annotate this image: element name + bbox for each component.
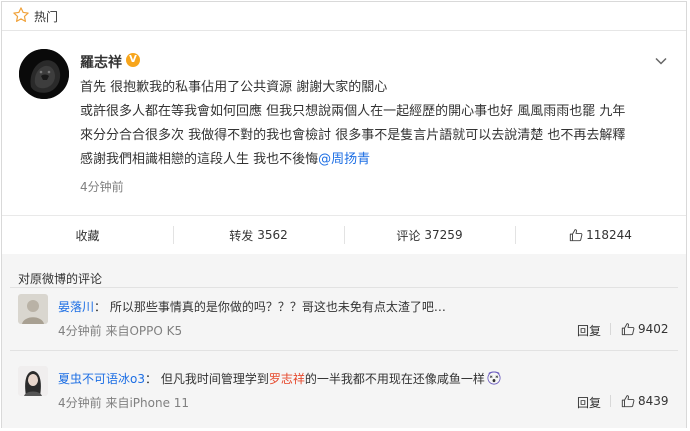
repost-label: 转发 [229,228,254,243]
comment-label: 评论 [396,228,421,243]
section-title: 热门 [34,10,59,24]
avatar-image [18,366,48,396]
star-icon [13,7,29,22]
post-timestamp[interactable]: 4分钟前 [80,178,124,195]
comment-time: 4分钟前 [58,324,102,338]
verified-badge-icon: V [126,53,140,67]
comments-header: 对原微博的评论 [18,272,103,286]
like-button[interactable]: 118244 [515,216,686,254]
comment-source: 来自OPPO K5 [105,324,183,338]
divider [10,350,678,351]
commenter-avatar[interactable] [18,294,48,324]
divider [10,287,678,288]
favorite-label: 收藏 [75,228,100,243]
comment-like-count: 9402 [638,322,669,336]
action-bar: 收藏 转发 3562 评论 37259 118244 [2,215,686,255]
comment-username[interactable]: 晏落川 [58,300,94,314]
thumbs-up-icon [621,323,635,336]
repost-button[interactable]: 转发 3562 [173,216,344,254]
comment-body-after: 的一半我都不用现在还像咸鱼一样 [304,372,485,386]
commenter-avatar[interactable] [18,366,48,396]
post-line: 或許很多人都在等我會如何回應 但我只想說兩個人在一起經歷的開心事也好 風風雨雨也… [80,104,626,119]
comment-like-count: 8439 [638,394,669,408]
reply-button[interactable]: 回复 [577,394,601,411]
post-line-last: 感謝我們相識相戀的這段人生 我也不後悔@周扬青 [80,148,680,172]
comment-meta: 4分钟前 来自iPhone 11 [58,394,189,411]
thumbs-up-icon [569,229,583,242]
comment-button[interactable]: 评论 37259 [344,216,515,254]
repost-count: 3562 [257,228,288,242]
reply-button[interactable]: 回复 [577,322,601,339]
comment-body: 所以那些事情真的是你做的吗？？？哥这也未免有点太渣了吧… [109,300,446,314]
dizzy-face-emoji-icon [487,371,501,385]
favorite-button[interactable]: 收藏 [2,216,173,254]
separator [610,323,611,335]
comment-highlight-link[interactable]: 罗志祥 [269,372,305,386]
comment-separator: ： [144,372,157,386]
author-avatar[interactable] [19,49,69,99]
like-count: 118244 [586,228,632,242]
comment-text-row: 晏落川： 所以那些事情真的是你做的吗？？？哥这也未免有点太渣了吧… [58,298,446,315]
lion-avatar-image [19,49,69,99]
weibo-card: 热门 羅志祥 V 首先 很抱歉我的私事佔用了公共資源 謝謝大家的關心 或許很多人… [1,1,687,428]
comment-source: 来自iPhone 11 [105,396,190,410]
comment-body-before: 但凡我时间管理学到 [160,372,269,386]
comment-count: 37259 [424,228,463,242]
comments-section: 对原微博的评论 晏落川： 所以那些事情真的是你做的吗？？？哥这也未免有点太渣了吧… [2,254,686,428]
post-content: 首先 很抱歉我的私事佔用了公共資源 謝謝大家的關心 或許很多人都在等我會如何回應… [80,76,680,172]
separator [610,395,611,407]
comment-separator: ： [94,300,107,314]
comment-meta: 4分钟前 来自OPPO K5 [58,322,182,339]
mention-link[interactable]: @周扬青 [318,152,370,167]
chevron-down-icon[interactable] [654,54,668,68]
comment-text-row: 夏虫不可语冰o3： 但凡我时间管理学到罗志祥的一半我都不用现在还像咸鱼一样 [58,370,501,387]
post-line-text: 感謝我們相識相戀的這段人生 我也不後悔 [80,152,319,167]
top-bar: 热门 [2,2,686,31]
comment-like-button[interactable]: 8439 [610,394,669,408]
comment-time: 4分钟前 [58,396,102,410]
comment-like-button[interactable]: 9402 [610,322,669,336]
post-line: 來分分合合很多次 我做得不對的我也會檢討 很多事不是隻言片語就可以去說清楚 也不… [80,128,626,143]
post-line: 首先 很抱歉我的私事佔用了公共資源 謝謝大家的關心 [80,80,388,95]
author-name[interactable]: 羅志祥 [80,52,122,72]
avatar-image [18,294,48,324]
thumbs-up-icon [621,395,635,408]
comment-username[interactable]: 夏虫不可语冰o3 [58,372,145,386]
